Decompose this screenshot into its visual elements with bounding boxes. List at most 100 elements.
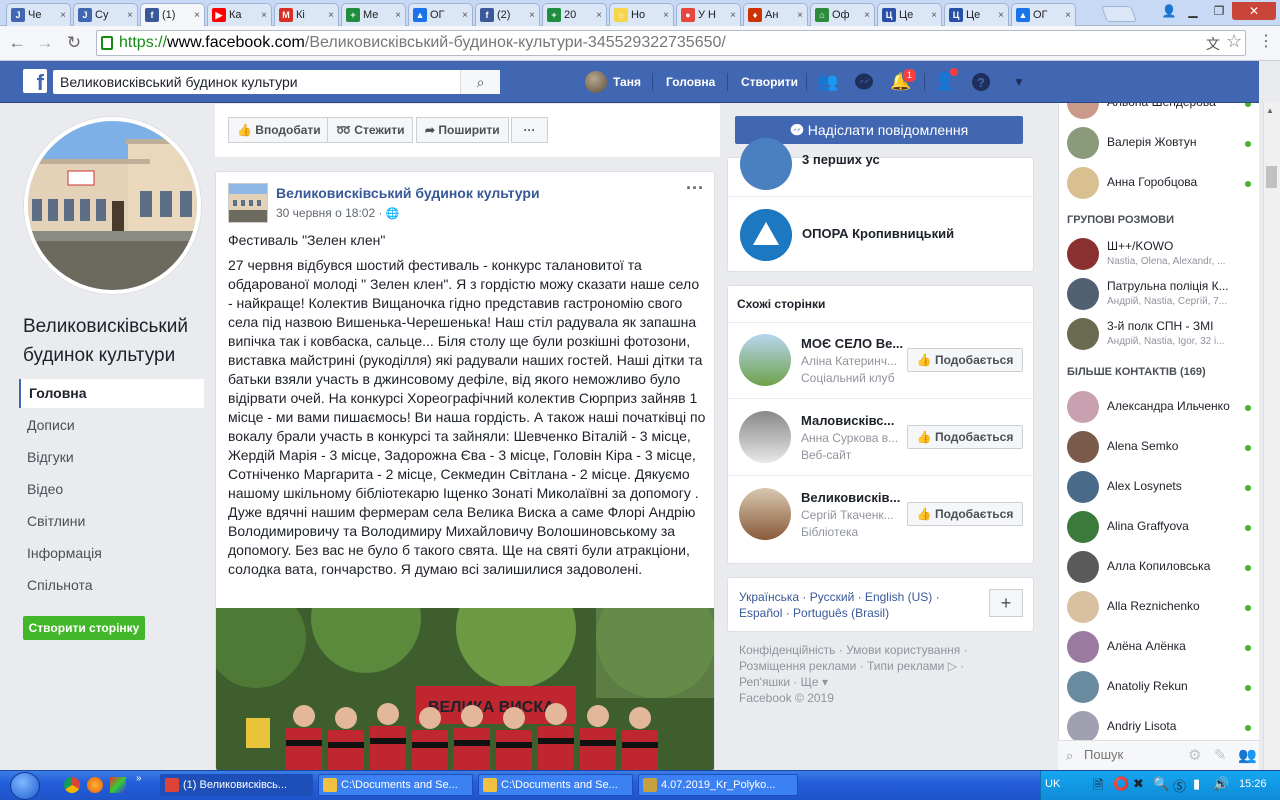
back-icon[interactable]: ← [6,32,28,54]
similar-page-logo[interactable] [739,488,791,540]
keyboard-language[interactable]: UK [1045,778,1060,790]
page-nav-item[interactable]: Відео [19,475,204,504]
tray-apps-icon[interactable]: 🗎 [1093,776,1103,798]
page-link-logo[interactable] [740,138,792,190]
post-timestamp[interactable]: 30 червня о 18:02 · 🌐 [276,206,400,220]
tab-close-icon[interactable]: × [864,10,870,21]
browser-tab[interactable]: Ц Це × [944,3,1009,26]
nav-home-link[interactable]: Головна [666,75,715,89]
tab-close-icon[interactable]: × [730,10,736,21]
search-icon[interactable]: ⌕ [460,70,500,94]
browser-tab[interactable]: J Че × [6,3,71,26]
browser-menu-icon[interactable]: ⋮ [1258,31,1274,51]
taskbar-task[interactable]: C:\Documents and Se... [318,774,473,796]
page-scrollbar[interactable] [1263,103,1280,770]
quicklaunch-expand-icon[interactable]: » [136,773,142,784]
page-link-name[interactable]: 3 перших ус [802,152,880,167]
browser-tab[interactable]: Ц Це × [877,3,942,26]
firefox-quicklaunch-icon[interactable] [87,777,103,793]
opora-logo-icon[interactable] [740,209,792,261]
like-similar-page-button[interactable]: 👍 Подобається [907,502,1023,526]
chat-contact[interactable]: Альона Шендерова [1059,103,1259,123]
browser-tab[interactable]: ● У Н × [676,3,741,26]
browser-tab[interactable]: J Су × [73,3,138,26]
more-actions-button[interactable]: ··· [511,117,548,143]
facebook-search-input[interactable] [53,70,500,94]
send-message-button[interactable]: Надіслати повідомлення [735,116,1023,144]
friend-requests-icon[interactable]: 👥 [817,72,839,92]
page-nav-item[interactable]: Відгуки [19,443,204,472]
user-avatar[interactable] [585,71,607,93]
restore-icon[interactable]: ❐ [1206,2,1232,20]
tab-close-icon[interactable]: × [797,10,803,21]
volume-icon[interactable]: 🔊 [1213,776,1229,792]
page-title[interactable]: Великовисківський будинок культури [23,312,208,370]
similar-page-name[interactable]: Великовисків... [801,490,905,505]
account-menu-icon[interactable]: ▼ [1008,72,1030,92]
scrollbar-thumb[interactable] [1266,166,1277,188]
similar-page-logo[interactable] [739,411,791,463]
scroll-up-icon[interactable]: ▲ [1266,106,1274,115]
like-similar-page-button[interactable]: 👍 Подобається [907,348,1023,372]
post-author-avatar[interactable] [228,183,268,223]
translate-icon[interactable]: 文 [1206,34,1220,54]
close-window-icon[interactable]: ✕ [1232,2,1276,20]
share-button[interactable]: ➦ Поширити [416,117,509,143]
tray-x-icon[interactable]: ✖ [1133,776,1144,792]
facebook-logo-icon[interactable]: f [23,69,47,95]
similar-page-name[interactable]: Маловисківс... [801,413,905,428]
tab-close-icon[interactable]: × [462,10,468,21]
taskbar-task[interactable]: C:\Documents and Se... [478,774,633,796]
new-tab-button[interactable] [1101,6,1137,22]
profile-icon[interactable]: 👤 [1156,2,1182,20]
tab-close-icon[interactable]: × [328,10,334,21]
tab-close-icon[interactable]: × [194,10,200,21]
page-nav-item[interactable]: Інформація [19,539,204,568]
settings-gear-icon[interactable]: ⚙ [1188,746,1201,764]
chat-contact[interactable]: Алла Копиловська [1059,547,1259,587]
chat-search-input[interactable] [1084,747,1184,762]
group-conversation[interactable]: Ш++/KOWO Nastia, Olena, Alexandr, ... [1059,234,1259,274]
tab-close-icon[interactable]: × [395,10,401,21]
page-nav-item[interactable]: Світлини [19,507,204,536]
chat-contact[interactable]: Валерія Жовтун [1059,123,1259,163]
bookmark-star-icon[interactable]: ☆ [1226,31,1242,52]
language-links[interactable]: Українська · Русский · English (US) · Es… [739,589,979,621]
chat-contact[interactable]: Alena Semko [1059,427,1259,467]
taskbar-task[interactable]: (1) Великовисківсь... [160,774,313,796]
tray-search-icon[interactable]: 🔍 [1153,776,1169,792]
footer-links[interactable]: Конфіденційність · Умови користування · … [739,642,979,690]
browser-tab[interactable]: ▲ ОГ × [1011,3,1076,26]
browser-tab[interactable]: + Ме × [341,3,406,26]
tab-close-icon[interactable]: × [127,10,133,21]
tab-close-icon[interactable]: × [529,10,535,21]
chat-contact[interactable]: Алёна Алёнка [1059,627,1259,667]
browser-tab[interactable]: ☼ Но × [609,3,674,26]
url-field[interactable]: https://www.facebook.com/Великовисківськ… [96,30,1246,56]
browser-tab[interactable]: f (2) × [475,3,540,26]
tab-close-icon[interactable]: × [1065,10,1071,21]
like-page-button[interactable]: 👍 Вподобати [228,117,330,143]
browser-tab[interactable]: M Кі × [274,3,339,26]
similar-page-logo[interactable] [739,334,791,386]
group-conversation[interactable]: Патрульна поліція К... Андрій, Nastia, Се… [1059,274,1259,314]
reload-icon[interactable]: ↻ [63,32,85,54]
like-similar-page-button[interactable]: 👍 Подобається [907,425,1023,449]
page-nav-item[interactable]: Спільнота [19,571,204,600]
tray-skype-icon[interactable]: Ⓢ [1173,776,1186,795]
tab-close-icon[interactable]: × [261,10,267,21]
browser-tab[interactable]: f (1) × [140,3,205,26]
tab-close-icon[interactable]: × [663,10,669,21]
nav-user-name[interactable]: Таня [613,75,641,89]
nav-create-link[interactable]: Створити [741,75,798,89]
taskbar-task[interactable]: 4.07.2019_Kr_Polyko... [638,774,798,796]
tab-close-icon[interactable]: × [931,10,937,21]
post-photo[interactable]: ВЕЛИКА ВИСКА [216,608,714,770]
compose-icon[interactable]: ✎ [1214,746,1227,764]
help-icon[interactable]: ? [970,72,992,92]
chat-contact[interactable]: Alla Reznichenko [1059,587,1259,627]
page-profile-picture[interactable] [24,117,201,294]
similar-page-name[interactable]: МОЄ СЕЛО Ве... [801,336,905,351]
paint-quicklaunch-icon[interactable] [110,777,126,793]
messenger-icon[interactable] [853,72,875,92]
